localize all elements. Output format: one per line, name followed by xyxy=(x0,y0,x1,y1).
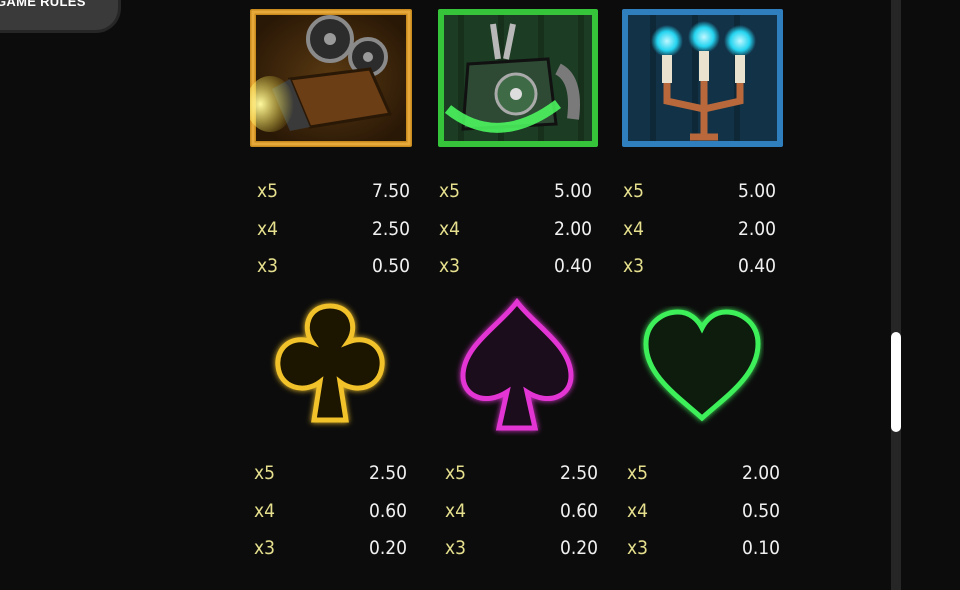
pay-multiplier: x3 xyxy=(257,255,278,277)
symbol-heart xyxy=(640,306,764,426)
pay-multiplier: x4 xyxy=(257,218,278,240)
pay-value: 2.00 xyxy=(737,218,776,240)
symbol-film-camera xyxy=(250,9,412,147)
game-rules-tab[interactable]: GAME RULES xyxy=(0,0,118,30)
pay-multiplier: x5 xyxy=(623,180,644,202)
pay-multiplier: x4 xyxy=(623,218,644,240)
pay-value: 5.00 xyxy=(737,180,776,202)
pay-multiplier: x5 xyxy=(445,462,466,484)
pay-telephone-x5: x5 5.00 xyxy=(439,179,592,203)
haunted-telephone-icon xyxy=(438,9,598,147)
pay-multiplier: x4 xyxy=(445,500,466,522)
pay-heart-x4: x4 0.50 xyxy=(627,499,780,523)
pay-value: 0.50 xyxy=(741,500,780,522)
pay-value: 5.00 xyxy=(553,180,592,202)
pay-value: 0.20 xyxy=(559,537,598,559)
film-projector-camera-icon xyxy=(250,9,412,147)
game-rules-label: GAME RULES xyxy=(0,0,86,9)
pay-multiplier: x3 xyxy=(254,537,275,559)
neon-spade-icon xyxy=(460,297,574,431)
pay-multiplier: x3 xyxy=(627,537,648,559)
pay-film-camera-x3: x3 0.50 xyxy=(257,254,410,278)
pay-spade-x3: x3 0.20 xyxy=(445,536,598,560)
pay-multiplier: x5 xyxy=(254,462,275,484)
scrollbar-thumb[interactable] xyxy=(891,332,901,432)
pay-club-x4: x4 0.60 xyxy=(254,499,407,523)
scrollbar-track[interactable] xyxy=(891,0,901,590)
pay-value: 0.60 xyxy=(368,500,407,522)
pay-value: 0.20 xyxy=(368,537,407,559)
pay-value: 7.50 xyxy=(371,180,410,202)
pay-candelabra-x4: x4 2.00 xyxy=(623,217,776,241)
pay-club-x3: x3 0.20 xyxy=(254,536,407,560)
pay-multiplier: x3 xyxy=(445,537,466,559)
pay-value: 2.50 xyxy=(371,218,410,240)
symbol-telephone xyxy=(438,9,598,147)
pay-value: 0.40 xyxy=(737,255,776,277)
pay-value: 2.50 xyxy=(559,462,598,484)
pay-multiplier: x4 xyxy=(439,218,460,240)
pay-multiplier: x5 xyxy=(257,180,278,202)
pay-value: 0.60 xyxy=(559,500,598,522)
pay-spade-x5: x5 2.50 xyxy=(445,461,598,485)
pay-multiplier: x3 xyxy=(439,255,460,277)
symbol-club xyxy=(268,298,392,434)
pay-spade-x4: x4 0.60 xyxy=(445,499,598,523)
pay-candelabra-x3: x3 0.40 xyxy=(623,254,776,278)
pay-multiplier: x3 xyxy=(623,255,644,277)
candelabra-ghost-flames-icon xyxy=(622,9,783,147)
pay-heart-x3: x3 0.10 xyxy=(627,536,780,560)
pay-value: 2.00 xyxy=(741,462,780,484)
pay-candelabra-x5: x5 5.00 xyxy=(623,179,776,203)
pay-value: 0.40 xyxy=(553,255,592,277)
symbol-spade xyxy=(455,296,579,436)
pay-multiplier: x5 xyxy=(627,462,648,484)
pay-film-camera-x4: x4 2.50 xyxy=(257,217,410,241)
pay-value: 2.00 xyxy=(553,218,592,240)
pay-multiplier: x4 xyxy=(627,500,648,522)
neon-heart-icon xyxy=(643,309,761,422)
symbol-candelabra xyxy=(622,9,783,147)
pay-value: 2.50 xyxy=(368,462,407,484)
neon-club-icon xyxy=(275,303,385,423)
pay-value: 0.10 xyxy=(741,537,780,559)
pay-club-x5: x5 2.50 xyxy=(254,461,407,485)
pay-multiplier: x5 xyxy=(439,180,460,202)
pay-multiplier: x4 xyxy=(254,500,275,522)
pay-value: 0.50 xyxy=(371,255,410,277)
pay-telephone-x4: x4 2.00 xyxy=(439,217,592,241)
pay-film-camera-x5: x5 7.50 xyxy=(257,179,410,203)
pay-heart-x5: x5 2.00 xyxy=(627,461,780,485)
pay-telephone-x3: x3 0.40 xyxy=(439,254,592,278)
